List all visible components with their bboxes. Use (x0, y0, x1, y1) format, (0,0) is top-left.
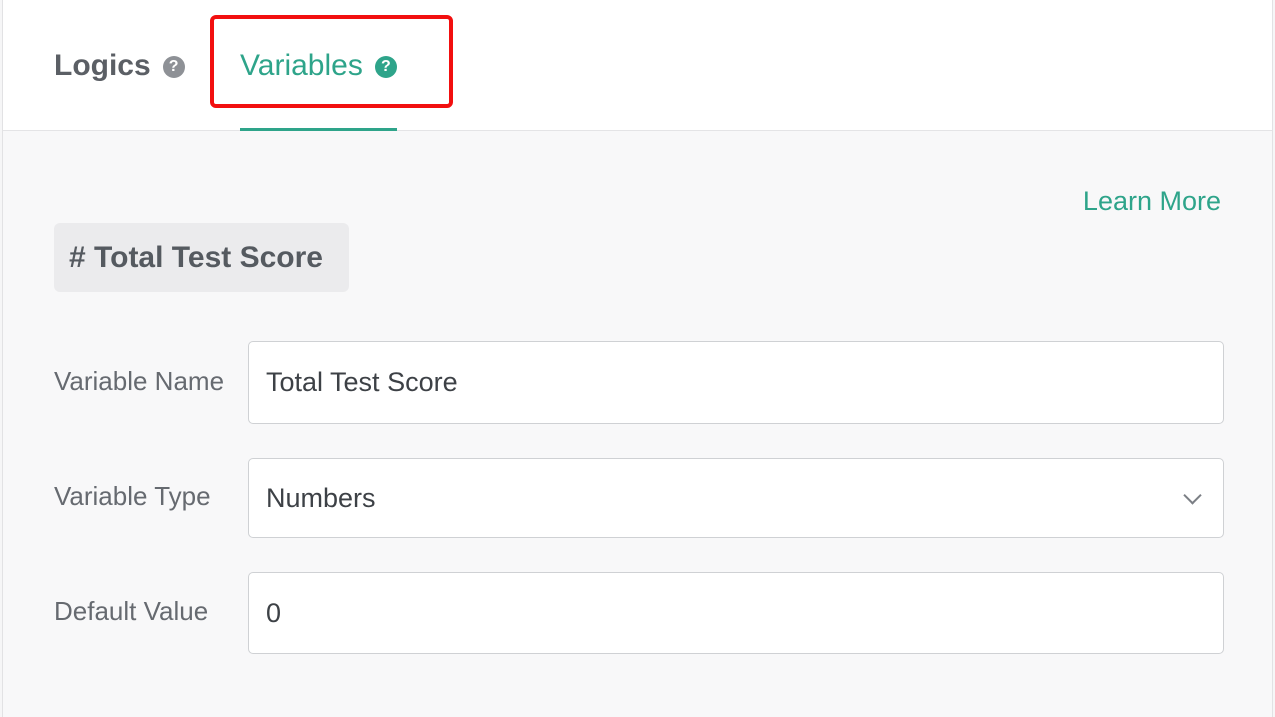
variable-name-value: Total Test Score (266, 367, 458, 397)
tab-variables[interactable]: Variables ? (240, 0, 397, 131)
active-tab-indicator (240, 128, 397, 131)
variable-type-label: Variable Type (54, 481, 211, 511)
tab-logics[interactable]: Logics ? (54, 0, 185, 131)
question-circle-icon[interactable]: ? (374, 55, 397, 78)
variable-name-input[interactable]: Total Test Score (248, 341, 1224, 424)
chevron-down-icon (1183, 486, 1202, 505)
default-value-label: Default Value (54, 596, 209, 626)
question-circle-icon[interactable]: ? (162, 55, 185, 78)
variables-panel: Logics ? Variables ? Learn More # Total … (2, 0, 1273, 717)
variable-chip[interactable]: # Total Test Score (54, 223, 349, 292)
variable-type-select[interactable]: Numbers (248, 458, 1224, 538)
default-value-value: 0 (266, 597, 282, 628)
default-value-input[interactable]: 0 (248, 572, 1224, 654)
variable-name-label: Variable Name (54, 366, 225, 396)
learn-more-link[interactable]: Learn More (1083, 186, 1221, 217)
tab-bar: Logics ? Variables ? (3, 0, 1272, 131)
tab-logics-label: Logics (54, 48, 151, 82)
variable-type-value: Numbers (266, 482, 376, 513)
tab-variables-label: Variables (240, 48, 363, 82)
